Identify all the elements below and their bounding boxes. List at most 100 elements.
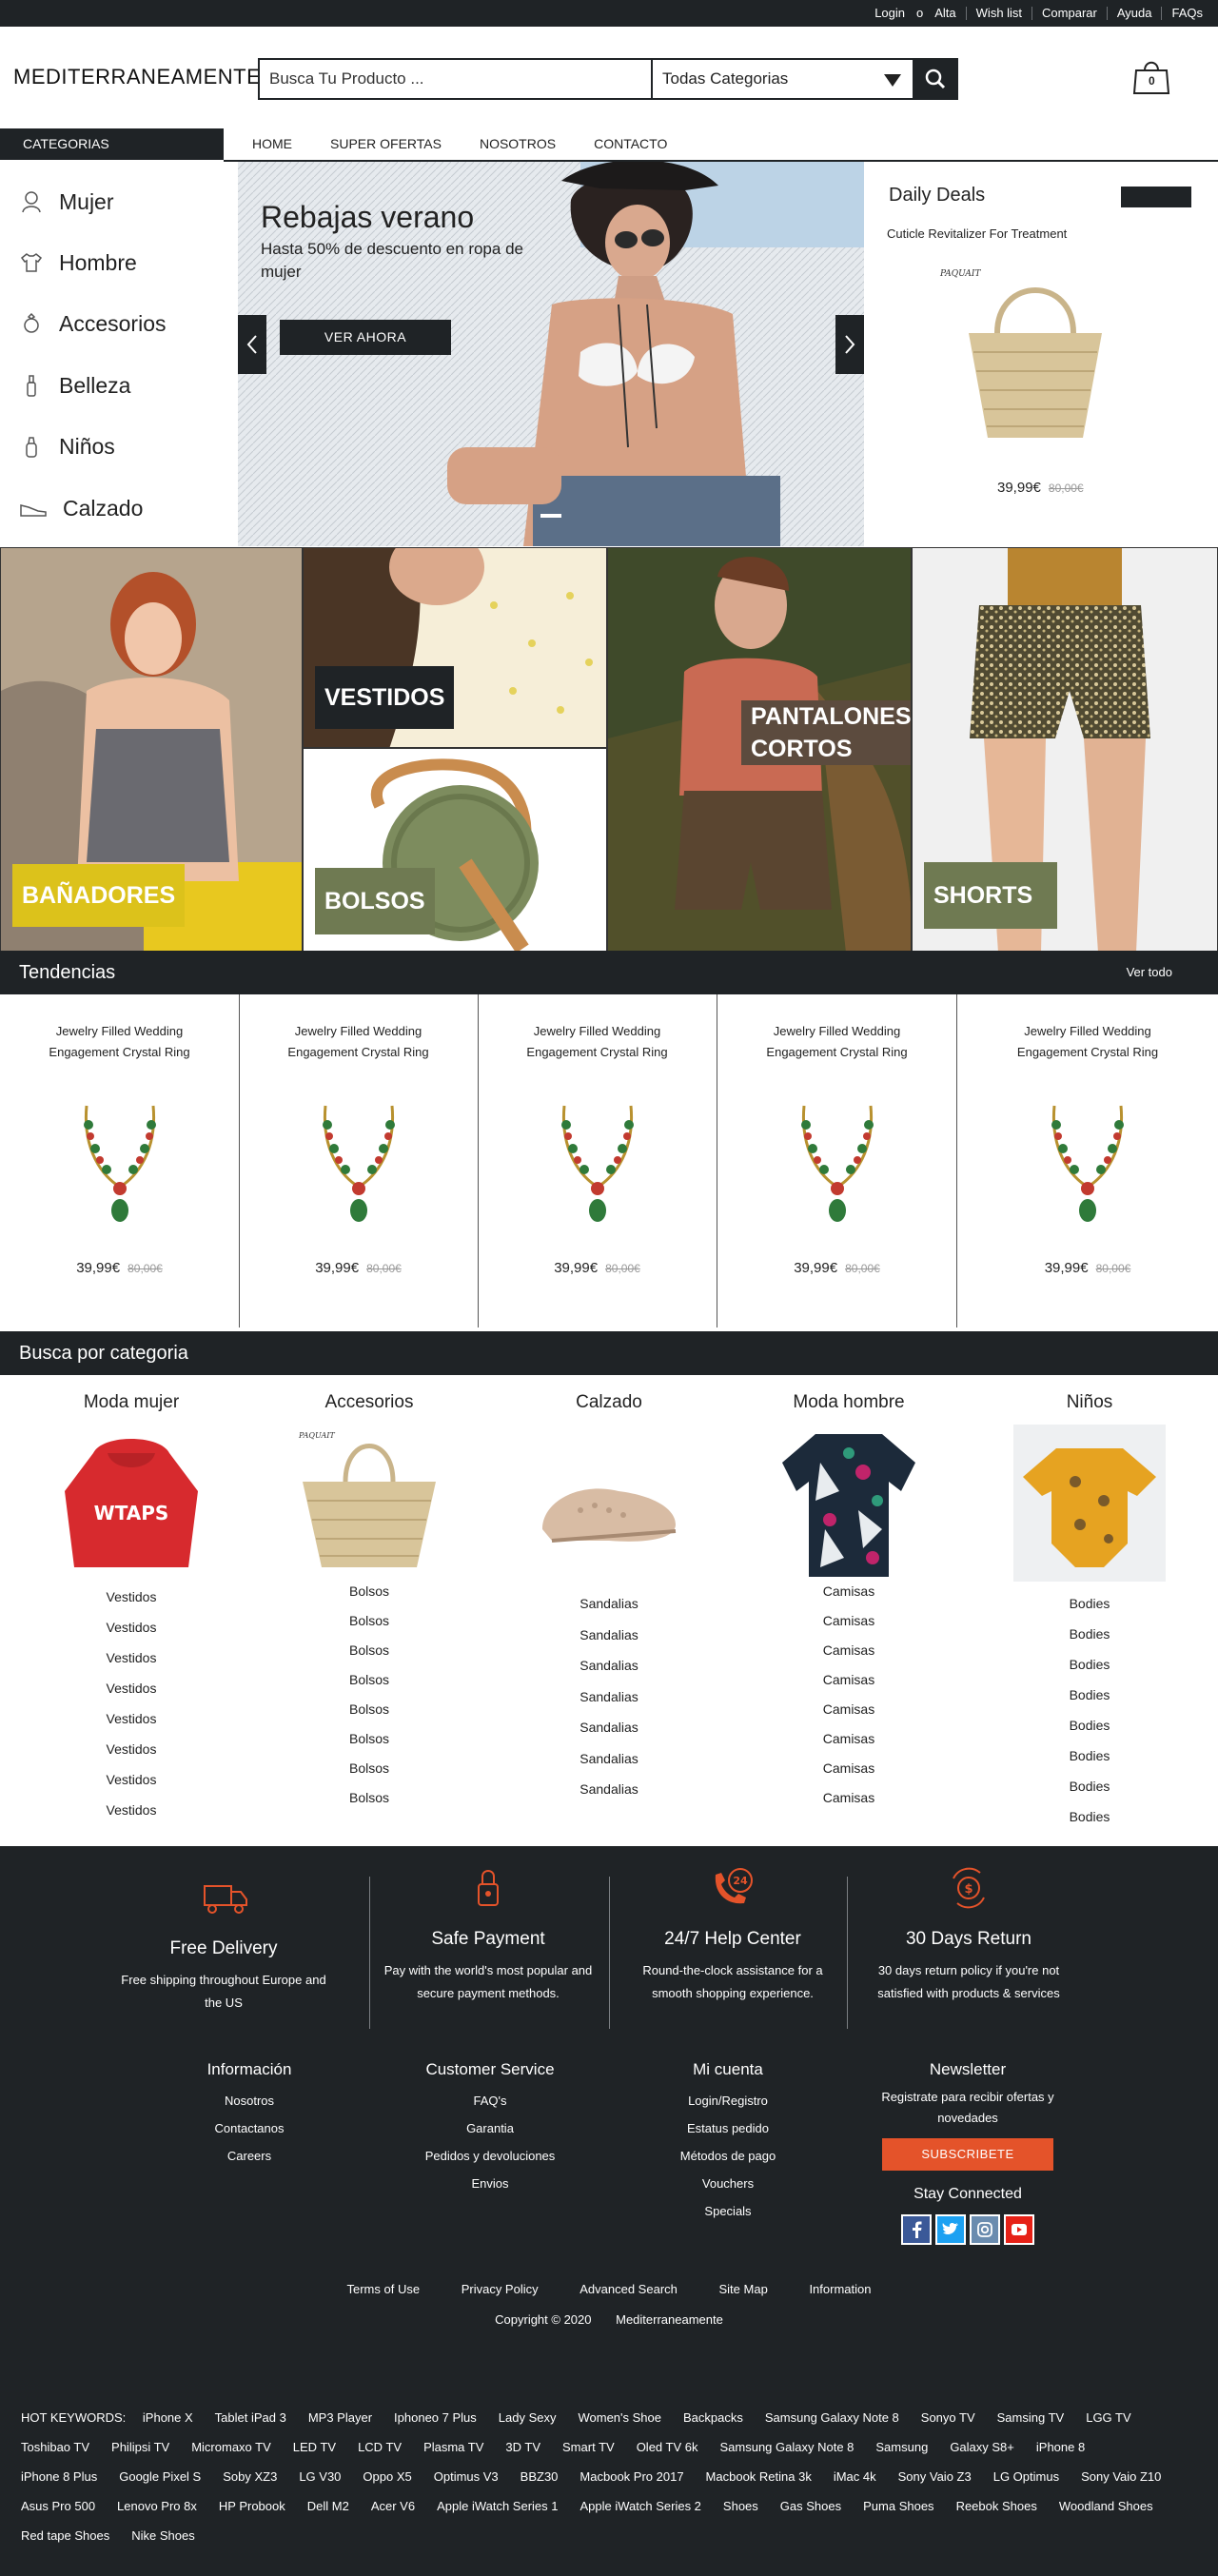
advanced-search-link[interactable]: Advanced Search xyxy=(580,2282,678,2296)
hot-keyword-link[interactable]: Toshibao TV xyxy=(21,2432,89,2462)
hot-keyword-link[interactable]: Women's Shoe xyxy=(578,2403,661,2432)
nav-contacto[interactable]: CONTACTO xyxy=(594,128,667,160)
deals-product-name[interactable]: Cuticle Revitalizer For Treatment xyxy=(887,226,1067,241)
browse-subcategory-link[interactable]: Sandalias xyxy=(500,1650,718,1681)
information-link[interactable]: Information xyxy=(809,2282,871,2296)
hot-keyword-link[interactable]: Red tape Shoes xyxy=(21,2521,109,2550)
trends-view-all[interactable]: Ver todo xyxy=(1127,951,1172,994)
nav-super-ofertas[interactable]: SUPER OFERTAS xyxy=(330,128,442,160)
hot-keyword-link[interactable]: Lady Sexy xyxy=(499,2403,557,2432)
browse-subcategory-link[interactable]: Sandalias xyxy=(500,1620,718,1651)
hot-keyword-link[interactable]: LGG TV xyxy=(1086,2403,1130,2432)
tile-banadores[interactable]: BAÑADORES xyxy=(0,547,303,952)
hot-keyword-link[interactable]: Shoes xyxy=(723,2491,758,2521)
browse-subcategory-link[interactable]: Bodies xyxy=(980,1619,1199,1649)
youtube-icon[interactable] xyxy=(1004,2214,1034,2245)
hot-keyword-link[interactable]: Oled TV 6k xyxy=(637,2432,698,2462)
sidebar-item-mujer[interactable]: Mujer xyxy=(19,183,114,221)
hot-keyword-link[interactable]: Oppo X5 xyxy=(363,2462,411,2491)
hot-keyword-link[interactable]: iPhone X xyxy=(143,2403,193,2432)
hot-keyword-link[interactable]: Tablet iPad 3 xyxy=(215,2403,286,2432)
hot-keyword-link[interactable]: 3D TV xyxy=(505,2432,540,2462)
hot-keyword-link[interactable]: Apple iWatch Series 1 xyxy=(437,2491,558,2521)
twitter-icon[interactable] xyxy=(935,2214,966,2245)
browse-category-image[interactable]: WTAPS xyxy=(22,1425,241,1582)
tile-vestidos[interactable]: VESTIDOS xyxy=(303,547,607,748)
product-name[interactable]: Jewelry Filled Wedding Engagement Crysta… xyxy=(717,1021,956,1063)
help-link[interactable]: Ayuda xyxy=(1106,7,1162,20)
hot-keyword-link[interactable]: Puma Shoes xyxy=(863,2491,933,2521)
browse-category-image[interactable] xyxy=(500,1425,718,1588)
subscribe-button[interactable]: SUBSCRIBETE xyxy=(882,2138,1053,2171)
hot-keyword-link[interactable]: LCD TV xyxy=(358,2432,402,2462)
wishlist-link[interactable]: Wish list xyxy=(965,7,1031,20)
browse-subcategory-link[interactable]: Vestidos xyxy=(22,1795,241,1825)
hero-slide-indicator[interactable] xyxy=(540,514,561,518)
hot-keyword-link[interactable]: Acer V6 xyxy=(371,2491,415,2521)
tile-shorts[interactable]: SHORTS xyxy=(912,547,1218,952)
browse-subcategory-link[interactable]: Bolsos xyxy=(260,1783,479,1813)
browse-subcategory-link[interactable]: Bodies xyxy=(980,1801,1199,1832)
sidebar-item-ninos[interactable]: Niños xyxy=(19,427,115,465)
copyright-brand[interactable]: Mediterraneamente xyxy=(616,2312,723,2327)
hot-keyword-link[interactable]: MP3 Player xyxy=(308,2403,372,2432)
site-logo[interactable]: MEDITERRANEAMENTE xyxy=(13,65,261,89)
product-name[interactable]: Jewelry Filled Wedding Engagement Crysta… xyxy=(239,1021,478,1063)
browse-subcategory-link[interactable]: Sandalias xyxy=(500,1743,718,1775)
browse-subcategory-link[interactable]: Camisas xyxy=(739,1695,958,1724)
browse-subcategory-link[interactable]: Camisas xyxy=(739,1636,958,1665)
hot-keyword-link[interactable]: Samsung Galaxy Note 8 xyxy=(719,2432,854,2462)
product-name[interactable]: Jewelry Filled Wedding Engagement Crysta… xyxy=(0,1021,239,1063)
hot-keyword-link[interactable]: Backpacks xyxy=(683,2403,743,2432)
hot-keyword-link[interactable]: Smart TV xyxy=(562,2432,615,2462)
browse-category-image[interactable]: PAQUAIT xyxy=(260,1425,479,1577)
browse-category-title[interactable]: Accesorios xyxy=(260,1392,479,1413)
hot-keyword-link[interactable]: Optimus V3 xyxy=(434,2462,499,2491)
hot-keyword-link[interactable]: LG V30 xyxy=(299,2462,341,2491)
browse-subcategory-link[interactable]: Camisas xyxy=(739,1754,958,1783)
footer-link[interactable]: Envios xyxy=(385,2170,595,2197)
browse-subcategory-link[interactable]: Vestidos xyxy=(22,1642,241,1673)
hero-cta-button[interactable]: VER AHORA xyxy=(280,320,451,355)
browse-subcategory-link[interactable]: Bolsos xyxy=(260,1636,479,1665)
browse-category-image[interactable] xyxy=(980,1425,1199,1588)
straw-bag-image[interactable]: PAQUAIT xyxy=(931,257,1140,447)
search-button[interactable] xyxy=(914,60,956,98)
browse-subcategory-link[interactable]: Vestidos xyxy=(22,1764,241,1795)
sidebar-item-hombre[interactable]: Hombre xyxy=(19,244,137,282)
hot-keyword-link[interactable]: iPhone 8 Plus xyxy=(21,2462,97,2491)
browse-subcategory-link[interactable]: Vestidos xyxy=(22,1612,241,1642)
hot-keyword-link[interactable]: Dell M2 xyxy=(307,2491,349,2521)
browse-subcategory-link[interactable]: Bodies xyxy=(980,1588,1199,1619)
browse-subcategory-link[interactable]: Sandalias xyxy=(500,1712,718,1743)
product-card[interactable]: Jewelry Filled Wedding Engagement Crysta… xyxy=(0,994,240,1327)
product-name[interactable]: Jewelry Filled Wedding Engagement Crysta… xyxy=(478,1021,717,1063)
browse-subcategory-link[interactable]: Vestidos xyxy=(22,1673,241,1703)
categories-toggle[interactable]: CATEGORIAS xyxy=(0,128,224,160)
browse-category-title[interactable]: Niños xyxy=(980,1392,1199,1413)
footer-link[interactable]: Nosotros xyxy=(145,2087,354,2114)
tile-pantalones-cortos[interactable]: PANTALONES CORTOS xyxy=(607,547,912,952)
product-card[interactable]: Jewelry Filled Wedding Engagement Crysta… xyxy=(239,994,479,1327)
browse-subcategory-link[interactable]: Sandalias xyxy=(500,1681,718,1713)
terms-link[interactable]: Terms of Use xyxy=(347,2282,421,2296)
browse-category-image[interactable] xyxy=(739,1425,958,1577)
hot-keyword-link[interactable]: Samsung Galaxy Note 8 xyxy=(765,2403,899,2432)
footer-link[interactable]: FAQ's xyxy=(385,2087,595,2114)
hero-next-button[interactable] xyxy=(835,315,864,374)
product-card[interactable]: Jewelry Filled Wedding Engagement Crysta… xyxy=(478,994,717,1327)
browse-subcategory-link[interactable]: Bolsos xyxy=(260,1724,479,1754)
browse-subcategory-link[interactable]: Bolsos xyxy=(260,1665,479,1695)
browse-category-title[interactable]: Calzado xyxy=(500,1392,718,1413)
search-input[interactable]: Busca Tu Producto ... xyxy=(260,60,653,98)
sidebar-item-belleza[interactable]: Belleza xyxy=(19,366,130,404)
browse-category-title[interactable]: Moda mujer xyxy=(22,1392,241,1413)
browse-subcategory-link[interactable]: Camisas xyxy=(739,1724,958,1754)
hot-keyword-link[interactable]: Macbook Retina 3k xyxy=(706,2462,812,2491)
hot-keyword-link[interactable]: Apple iWatch Series 2 xyxy=(580,2491,701,2521)
privacy-link[interactable]: Privacy Policy xyxy=(462,2282,539,2296)
hot-keyword-link[interactable]: LG Optimus xyxy=(993,2462,1059,2491)
browse-subcategory-link[interactable]: Vestidos xyxy=(22,1703,241,1734)
hot-keyword-link[interactable]: Iphoneo 7 Plus xyxy=(394,2403,477,2432)
hot-keyword-link[interactable]: Soby XZ3 xyxy=(223,2462,277,2491)
